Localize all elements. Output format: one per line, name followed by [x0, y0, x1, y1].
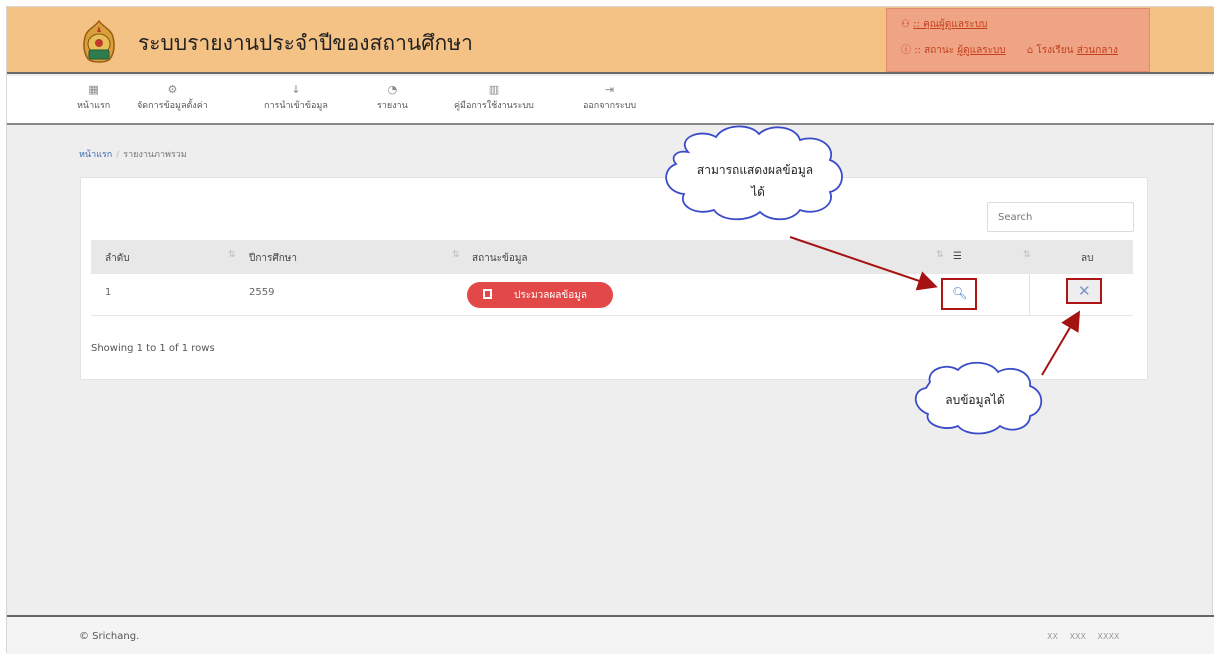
school-label: โรงเรียน: [1036, 45, 1074, 56]
process-data-button[interactable]: ประมวลผลข้อมูล: [467, 282, 613, 308]
nav-item-label: การนำเข้าข้อมูล: [264, 101, 328, 111]
nav-item-logout[interactable]: ⇥ ออกจากระบบ: [583, 82, 636, 112]
book-icon: ▥: [488, 83, 500, 96]
breadcrumb-home-link[interactable]: หน้าแรก: [79, 150, 112, 160]
nav-item-label: คู่มือการใช้งานระบบ: [454, 101, 534, 111]
gear-icon: ⚙: [167, 83, 178, 96]
pie-chart-icon: ◔: [387, 83, 398, 96]
nav-item-label: รายงาน: [377, 101, 408, 111]
cell-year: 2559: [249, 287, 275, 298]
column-header-delete[interactable]: ลบ: [1081, 251, 1093, 266]
breadcrumb: หน้าแรก / รายงานภาพรวม: [79, 147, 187, 161]
cell-index: 1: [105, 287, 112, 298]
school-icon: ⌂: [1026, 45, 1034, 56]
report-panel: ลำดับ ⇅ ปีการศึกษา ⇅ สถานะข้อมูล ⇅ ☰ ⇅ ล…: [80, 177, 1148, 380]
status-value-link[interactable]: ผู้ดูแลระบบ: [957, 45, 1005, 56]
delete-button[interactable]: ✕: [1066, 278, 1102, 304]
grid-icon: ▦: [88, 83, 99, 96]
sort-icon[interactable]: ⇅: [1023, 250, 1031, 260]
nav-item-label: จัดการข้อมูลตั้งค่า: [137, 101, 208, 111]
nav-item-reports[interactable]: ◔ รายงาน: [377, 82, 408, 112]
nav-item-import[interactable]: ↓ การนำเข้าข้อมูล: [264, 82, 328, 112]
logout-icon: ⇥: [604, 83, 615, 96]
download-icon: ↓: [291, 83, 301, 96]
pagination-info: Showing 1 to 1 of 1 rows: [91, 343, 215, 354]
app-title: ระบบรายงานประจำปีของสถานศึกษา: [138, 31, 473, 55]
column-divider: [1029, 274, 1030, 316]
sort-icon[interactable]: ⇅: [228, 250, 236, 260]
footer: © Srichang. XX XXX XXXX: [7, 615, 1214, 654]
school-value-link[interactable]: ส่วนกลาง: [1077, 45, 1118, 56]
nav-item-settings[interactable]: ⚙ จัดการข้อมูลตั้งค่า: [137, 82, 208, 112]
sort-icon[interactable]: ⇅: [452, 250, 460, 260]
main-navigation: ▦ หน้าแรก ⚙ จัดการข้อมูลตั้งค่า ↓ การนำเ…: [7, 76, 1214, 125]
column-header-status[interactable]: สถานะข้อมูล: [472, 251, 528, 266]
school-emblem-logo: [83, 19, 115, 63]
user-info-panel: ⚇ :: คุณผู้ดูแลระบบ ⓘ :: สถานะ ผู้ดูแลระ…: [886, 8, 1150, 72]
status-label: :: สถานะ: [914, 45, 955, 56]
nav-item-label: ออกจากระบบ: [583, 101, 637, 111]
app-window: ระบบรายงานประจำปีของสถานศึกษา ⚇ :: คุณผู…: [6, 6, 1214, 654]
footer-version: XX XXX XXXX: [1047, 632, 1120, 641]
table-row: 1 2559 ประมวลผลข้อมูล 🔍︎ ✕: [91, 274, 1133, 316]
nav-item-manual[interactable]: ▥ คู่มือการใช้งานระบบ: [454, 82, 534, 112]
footer-copyright: © Srichang.: [79, 631, 140, 642]
info-icon: ⓘ: [901, 45, 911, 56]
search-input[interactable]: [987, 202, 1134, 232]
view-button[interactable]: 🔍︎: [941, 278, 977, 310]
user-icon: ⚇: [901, 19, 910, 30]
magnifier-icon: 🔍︎: [952, 286, 968, 300]
process-data-label: ประมวลผลข้อมูล: [514, 290, 587, 301]
nav-item-home[interactable]: ▦ หน้าแรก: [77, 82, 110, 112]
nav-item-label: หน้าแรก: [77, 101, 111, 111]
column-header-year[interactable]: ปีการศึกษา: [249, 251, 297, 266]
header: ระบบรายงานประจำปีของสถานศึกษา ⚇ :: คุณผู…: [7, 7, 1214, 74]
breadcrumb-current: รายงานภาพรวม: [123, 150, 187, 160]
column-header-index[interactable]: ลำดับ: [105, 251, 130, 266]
close-icon: ✕: [1078, 282, 1091, 300]
breadcrumb-separator: /: [116, 150, 120, 160]
document-icon: [483, 289, 492, 299]
table-header: ลำดับ ⇅ ปีการศึกษา ⇅ สถานะข้อมูล ⇅ ☰ ⇅ ล…: [91, 240, 1133, 274]
sort-icon[interactable]: ⇅: [936, 250, 944, 260]
list-icon: ☰: [953, 251, 962, 262]
user-name-link[interactable]: :: คุณผู้ดูแลระบบ: [913, 19, 987, 30]
